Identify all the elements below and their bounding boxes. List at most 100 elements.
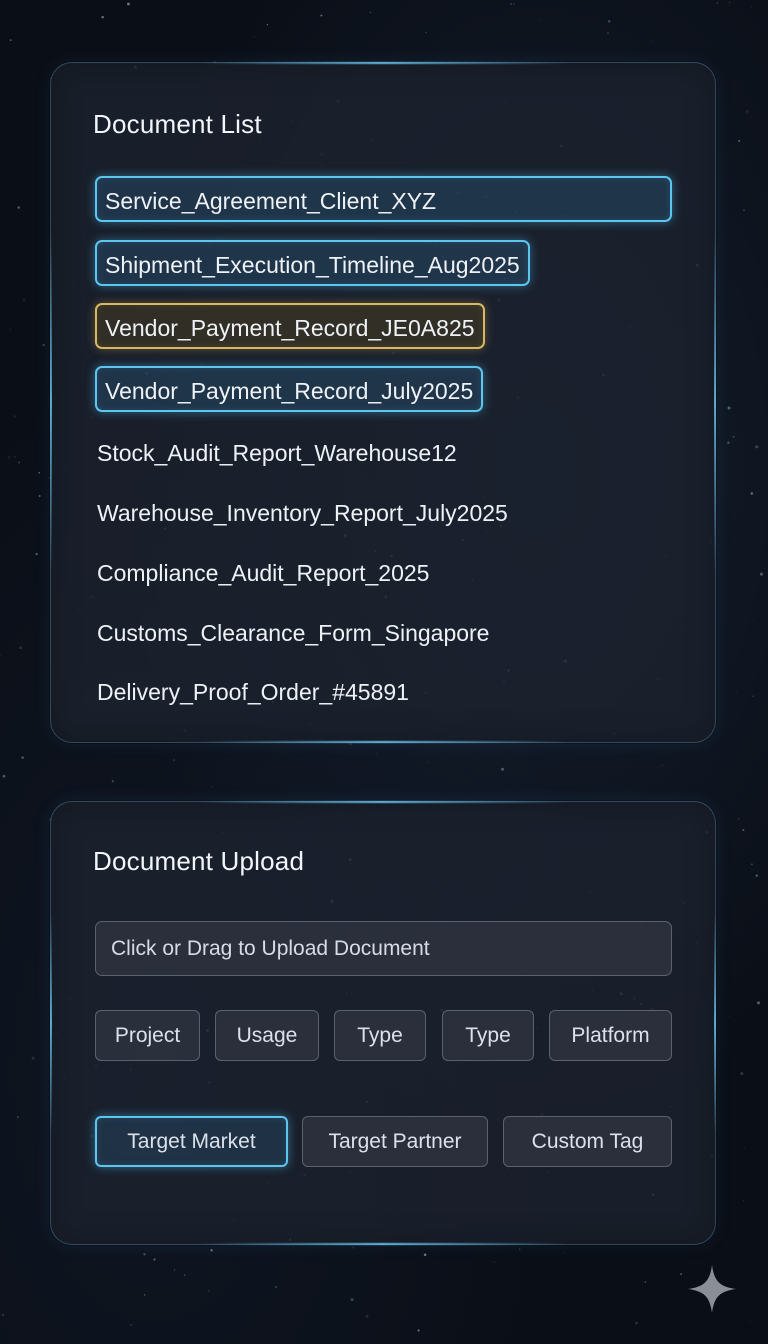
star: [1, 1313, 5, 1317]
document-item[interactable]: Delivery_Proof_Order_#45891: [95, 669, 417, 715]
star: [635, 1321, 638, 1325]
star: [748, 238, 749, 240]
star: [728, 1, 731, 4]
star: [727, 406, 731, 410]
star: [211, 786, 213, 788]
star: [753, 620, 754, 622]
star: [519, 1248, 521, 1250]
star: [759, 572, 764, 576]
star: [716, 2, 719, 5]
star: [749, 1321, 752, 1323]
star: [729, 1015, 731, 1017]
tag-usage-button[interactable]: Usage: [215, 1010, 319, 1061]
star: [742, 829, 745, 832]
tag-platform-button[interactable]: Platform: [549, 1010, 672, 1061]
document-list-panel: Document List Service_Agreement_Client_X…: [50, 62, 716, 743]
star: [153, 1258, 156, 1261]
star: [742, 1200, 745, 1202]
star: [757, 1001, 760, 1005]
document-upload-panel: Document Upload Click or Drag to Upload …: [50, 801, 716, 1245]
star: [101, 15, 104, 19]
tag-custom-tag-button[interactable]: Custom Tag: [503, 1116, 672, 1167]
star: [111, 780, 114, 783]
document-item[interactable]: Stock_Audit_Report_Warehouse12: [95, 430, 465, 476]
star: [425, 31, 427, 34]
tag-project-button[interactable]: Project: [95, 1010, 200, 1061]
document-item[interactable]: Customs_Clearance_Form_Singapore: [95, 610, 497, 656]
star: [750, 492, 754, 495]
star: [5, 260, 6, 261]
star: [727, 441, 730, 445]
star: [351, 1246, 355, 1249]
star: [17, 1116, 19, 1118]
star: [680, 1273, 682, 1275]
star: [736, 691, 738, 692]
star: [644, 1281, 647, 1283]
star: [752, 695, 754, 697]
tag-type-button[interactable]: Type: [334, 1010, 426, 1061]
star: [365, 1314, 369, 1318]
star: [9, 329, 11, 331]
document-item[interactable]: Warehouse_Inventory_Report_July2025: [95, 490, 516, 536]
star: [253, 36, 255, 38]
star: [13, 415, 16, 418]
star: [35, 552, 38, 556]
star: [502, 10, 503, 11]
star: [513, 3, 515, 5]
star: [405, 1267, 407, 1268]
panel-edge-glow: [50, 232, 52, 573]
star: [417, 1329, 420, 1332]
document-item[interactable]: Vendor_Payment_Record_July2025: [95, 366, 484, 412]
star: [0, 653, 1, 656]
star: [493, 1261, 495, 1263]
star: [2, 774, 6, 778]
star: [204, 1285, 206, 1286]
tag-type-button-2[interactable]: Type: [442, 1010, 534, 1061]
star: [755, 874, 758, 877]
star: [127, 2, 130, 6]
star: [21, 756, 24, 759]
star: [423, 1253, 427, 1257]
document-item[interactable]: Compliance_Audit_Report_2025: [95, 550, 437, 596]
star: [737, 818, 740, 820]
panel-edge-glow: [50, 912, 52, 1134]
star: [509, 3, 512, 6]
star: [42, 344, 45, 347]
star: [225, 1341, 227, 1343]
star: [143, 1253, 146, 1256]
document-item[interactable]: Shipment_Execution_Timeline_Aug2025: [95, 240, 530, 286]
star: [266, 23, 269, 26]
star: [376, 753, 378, 755]
star: [19, 646, 22, 650]
star: [350, 1298, 354, 1302]
star: [369, 12, 371, 14]
star: [275, 1286, 277, 1288]
star: [184, 1274, 186, 1276]
star: [9, 39, 12, 41]
document-item[interactable]: Service_Agreement_Client_XYZ: [95, 176, 672, 222]
panel-edge-glow: [714, 912, 716, 1134]
star: [130, 1323, 132, 1326]
tag-target-partner-button[interactable]: Target Partner: [302, 1116, 488, 1167]
upload-dropzone[interactable]: Click or Drag to Upload Document: [95, 921, 672, 976]
star: [738, 139, 741, 142]
star: [501, 767, 504, 771]
document-list-title: Document List: [93, 109, 262, 139]
app-screen: Document List Service_Agreement_Client_X…: [0, 0, 768, 1344]
star: [751, 6, 753, 8]
star: [607, 20, 611, 23]
star: [607, 32, 609, 34]
star: [746, 383, 748, 385]
star: [31, 1056, 35, 1060]
star: [38, 472, 40, 474]
star: [661, 764, 663, 767]
star: [652, 41, 653, 43]
star: [755, 445, 759, 449]
star: [173, 1269, 176, 1271]
sparkle-icon: [688, 1265, 736, 1313]
document-item[interactable]: Vendor_Payment_Record_JE0A825: [95, 303, 485, 349]
star: [7, 456, 11, 459]
star: [540, 19, 542, 21]
star: [426, 761, 428, 763]
tag-target-market-button[interactable]: Target Market: [95, 1116, 288, 1167]
